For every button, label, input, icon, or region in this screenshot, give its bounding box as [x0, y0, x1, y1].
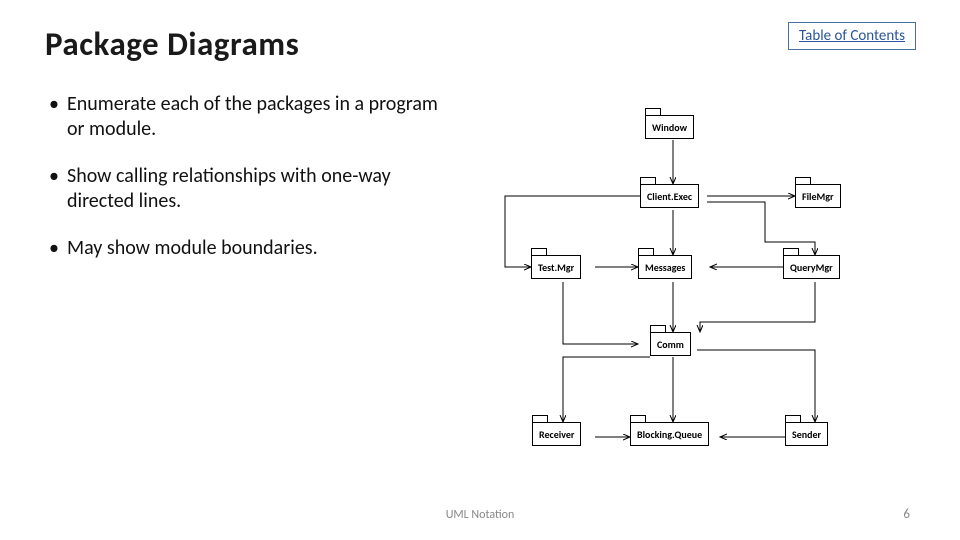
pkg-window: Window — [645, 115, 694, 139]
pkg-testmgr: Test.Mgr — [531, 255, 581, 279]
page-number: 6 — [903, 507, 910, 522]
pkg-receiver: Receiver — [532, 422, 581, 446]
bullet-item: May show module boundaries. — [45, 236, 455, 261]
pkg-querymgr: QueryMgr — [783, 255, 840, 279]
bullet-item: Show calling relationships with one-way … — [45, 164, 455, 214]
footer-center: UML Notation — [0, 508, 960, 522]
toc-link[interactable]: Table of Contents — [788, 22, 916, 50]
pkg-clientexec: Client.Exec — [640, 184, 699, 208]
pkg-messages: Messages — [638, 255, 692, 279]
bullet-item: Enumerate each of the packages in a prog… — [45, 92, 455, 142]
pkg-filemgr: FileMgr — [795, 184, 841, 208]
package-diagram: Window Client.Exec FileMgr Test.Mgr Mess… — [475, 92, 915, 492]
slide-title: Package Diagrams — [45, 24, 915, 64]
pkg-blockingqueue: Blocking.Queue — [630, 422, 709, 446]
pkg-sender: Sender — [785, 422, 828, 446]
pkg-comm: Comm — [650, 332, 691, 356]
bullet-list: Enumerate each of the packages in a prog… — [45, 92, 455, 261]
